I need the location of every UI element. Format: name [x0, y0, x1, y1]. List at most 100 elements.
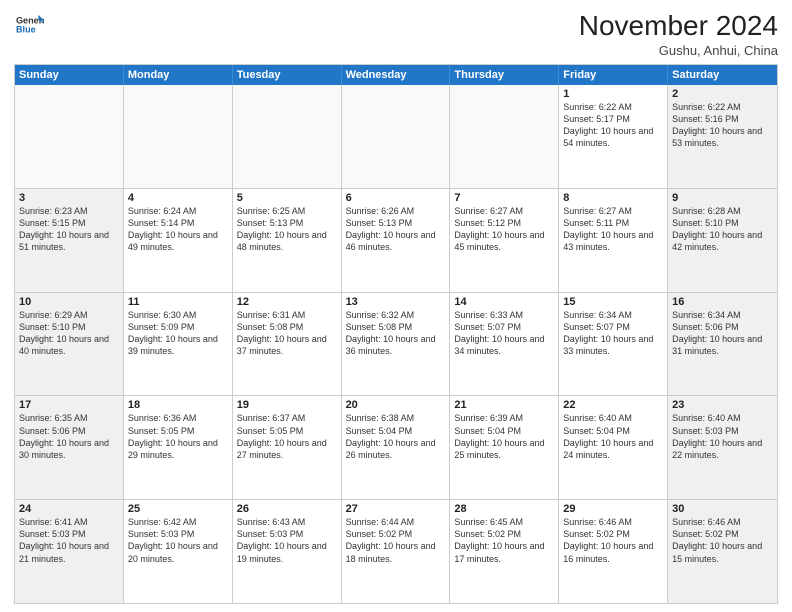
cell-info: Sunrise: 6:29 AMSunset: 5:10 PMDaylight:…	[19, 309, 119, 358]
cell-info: Sunrise: 6:30 AMSunset: 5:09 PMDaylight:…	[128, 309, 228, 358]
location: Gushu, Anhui, China	[579, 43, 778, 58]
title-area: November 2024 Gushu, Anhui, China	[579, 10, 778, 58]
cell-info: Sunrise: 6:37 AMSunset: 5:05 PMDaylight:…	[237, 412, 337, 461]
calendar-cell	[342, 85, 451, 188]
day-number: 1	[563, 88, 663, 100]
day-number: 21	[454, 399, 554, 411]
day-number: 20	[346, 399, 446, 411]
cell-info: Sunrise: 6:43 AMSunset: 5:03 PMDaylight:…	[237, 516, 337, 565]
calendar-header: SundayMondayTuesdayWednesdayThursdayFrid…	[15, 65, 777, 85]
cell-info: Sunrise: 6:41 AMSunset: 5:03 PMDaylight:…	[19, 516, 119, 565]
calendar-cell	[124, 85, 233, 188]
cell-info: Sunrise: 6:32 AMSunset: 5:08 PMDaylight:…	[346, 309, 446, 358]
calendar-cell: 30Sunrise: 6:46 AMSunset: 5:02 PMDayligh…	[668, 500, 777, 603]
day-number: 8	[563, 192, 663, 204]
calendar-cell: 21Sunrise: 6:39 AMSunset: 5:04 PMDayligh…	[450, 396, 559, 499]
calendar: SundayMondayTuesdayWednesdayThursdayFrid…	[14, 64, 778, 604]
calendar-cell: 25Sunrise: 6:42 AMSunset: 5:03 PMDayligh…	[124, 500, 233, 603]
logo-icon: General Blue	[16, 10, 44, 38]
cell-info: Sunrise: 6:35 AMSunset: 5:06 PMDaylight:…	[19, 412, 119, 461]
calendar-cell: 16Sunrise: 6:34 AMSunset: 5:06 PMDayligh…	[668, 293, 777, 396]
day-number: 4	[128, 192, 228, 204]
calendar-row-0: 1Sunrise: 6:22 AMSunset: 5:17 PMDaylight…	[15, 85, 777, 188]
cell-info: Sunrise: 6:46 AMSunset: 5:02 PMDaylight:…	[672, 516, 773, 565]
day-number: 28	[454, 503, 554, 515]
calendar-cell: 22Sunrise: 6:40 AMSunset: 5:04 PMDayligh…	[559, 396, 668, 499]
cell-info: Sunrise: 6:22 AMSunset: 5:17 PMDaylight:…	[563, 101, 663, 150]
day-number: 18	[128, 399, 228, 411]
calendar-cell: 14Sunrise: 6:33 AMSunset: 5:07 PMDayligh…	[450, 293, 559, 396]
calendar-cell: 17Sunrise: 6:35 AMSunset: 5:06 PMDayligh…	[15, 396, 124, 499]
cell-info: Sunrise: 6:25 AMSunset: 5:13 PMDaylight:…	[237, 205, 337, 254]
calendar-cell: 13Sunrise: 6:32 AMSunset: 5:08 PMDayligh…	[342, 293, 451, 396]
logo: General Blue	[14, 10, 44, 43]
cell-info: Sunrise: 6:22 AMSunset: 5:16 PMDaylight:…	[672, 101, 773, 150]
calendar-cell: 26Sunrise: 6:43 AMSunset: 5:03 PMDayligh…	[233, 500, 342, 603]
calendar-cell: 3Sunrise: 6:23 AMSunset: 5:15 PMDaylight…	[15, 189, 124, 292]
calendar-cell: 8Sunrise: 6:27 AMSunset: 5:11 PMDaylight…	[559, 189, 668, 292]
cell-info: Sunrise: 6:36 AMSunset: 5:05 PMDaylight:…	[128, 412, 228, 461]
calendar-cell	[450, 85, 559, 188]
calendar-cell	[233, 85, 342, 188]
calendar-cell: 20Sunrise: 6:38 AMSunset: 5:04 PMDayligh…	[342, 396, 451, 499]
calendar-cell: 18Sunrise: 6:36 AMSunset: 5:05 PMDayligh…	[124, 396, 233, 499]
calendar-row-2: 10Sunrise: 6:29 AMSunset: 5:10 PMDayligh…	[15, 292, 777, 396]
cell-info: Sunrise: 6:46 AMSunset: 5:02 PMDaylight:…	[563, 516, 663, 565]
calendar-cell: 4Sunrise: 6:24 AMSunset: 5:14 PMDaylight…	[124, 189, 233, 292]
day-number: 13	[346, 296, 446, 308]
cell-info: Sunrise: 6:26 AMSunset: 5:13 PMDaylight:…	[346, 205, 446, 254]
svg-text:Blue: Blue	[16, 24, 36, 34]
day-number: 16	[672, 296, 773, 308]
cell-info: Sunrise: 6:44 AMSunset: 5:02 PMDaylight:…	[346, 516, 446, 565]
calendar-cell: 19Sunrise: 6:37 AMSunset: 5:05 PMDayligh…	[233, 396, 342, 499]
calendar-row-1: 3Sunrise: 6:23 AMSunset: 5:15 PMDaylight…	[15, 188, 777, 292]
cell-info: Sunrise: 6:42 AMSunset: 5:03 PMDaylight:…	[128, 516, 228, 565]
calendar-body: 1Sunrise: 6:22 AMSunset: 5:17 PMDaylight…	[15, 85, 777, 603]
day-number: 19	[237, 399, 337, 411]
calendar-cell: 1Sunrise: 6:22 AMSunset: 5:17 PMDaylight…	[559, 85, 668, 188]
cell-info: Sunrise: 6:39 AMSunset: 5:04 PMDaylight:…	[454, 412, 554, 461]
cell-info: Sunrise: 6:33 AMSunset: 5:07 PMDaylight:…	[454, 309, 554, 358]
header-day-sunday: Sunday	[15, 65, 124, 85]
cell-info: Sunrise: 6:40 AMSunset: 5:03 PMDaylight:…	[672, 412, 773, 461]
day-number: 23	[672, 399, 773, 411]
day-number: 12	[237, 296, 337, 308]
calendar-cell: 6Sunrise: 6:26 AMSunset: 5:13 PMDaylight…	[342, 189, 451, 292]
calendar-cell: 2Sunrise: 6:22 AMSunset: 5:16 PMDaylight…	[668, 85, 777, 188]
calendar-cell: 10Sunrise: 6:29 AMSunset: 5:10 PMDayligh…	[15, 293, 124, 396]
calendar-cell: 29Sunrise: 6:46 AMSunset: 5:02 PMDayligh…	[559, 500, 668, 603]
header-day-friday: Friday	[559, 65, 668, 85]
day-number: 9	[672, 192, 773, 204]
cell-info: Sunrise: 6:45 AMSunset: 5:02 PMDaylight:…	[454, 516, 554, 565]
header: General Blue November 2024 Gushu, Anhui,…	[14, 10, 778, 58]
header-day-saturday: Saturday	[668, 65, 777, 85]
header-day-monday: Monday	[124, 65, 233, 85]
calendar-cell: 5Sunrise: 6:25 AMSunset: 5:13 PMDaylight…	[233, 189, 342, 292]
cell-info: Sunrise: 6:28 AMSunset: 5:10 PMDaylight:…	[672, 205, 773, 254]
cell-info: Sunrise: 6:27 AMSunset: 5:11 PMDaylight:…	[563, 205, 663, 254]
cell-info: Sunrise: 6:23 AMSunset: 5:15 PMDaylight:…	[19, 205, 119, 254]
page: General Blue November 2024 Gushu, Anhui,…	[0, 0, 792, 612]
day-number: 29	[563, 503, 663, 515]
calendar-cell: 11Sunrise: 6:30 AMSunset: 5:09 PMDayligh…	[124, 293, 233, 396]
calendar-cell: 12Sunrise: 6:31 AMSunset: 5:08 PMDayligh…	[233, 293, 342, 396]
header-day-tuesday: Tuesday	[233, 65, 342, 85]
cell-info: Sunrise: 6:31 AMSunset: 5:08 PMDaylight:…	[237, 309, 337, 358]
day-number: 11	[128, 296, 228, 308]
header-day-thursday: Thursday	[450, 65, 559, 85]
day-number: 15	[563, 296, 663, 308]
cell-info: Sunrise: 6:27 AMSunset: 5:12 PMDaylight:…	[454, 205, 554, 254]
day-number: 17	[19, 399, 119, 411]
cell-info: Sunrise: 6:40 AMSunset: 5:04 PMDaylight:…	[563, 412, 663, 461]
day-number: 2	[672, 88, 773, 100]
calendar-cell	[15, 85, 124, 188]
day-number: 25	[128, 503, 228, 515]
day-number: 3	[19, 192, 119, 204]
cell-info: Sunrise: 6:38 AMSunset: 5:04 PMDaylight:…	[346, 412, 446, 461]
cell-info: Sunrise: 6:34 AMSunset: 5:06 PMDaylight:…	[672, 309, 773, 358]
calendar-cell: 9Sunrise: 6:28 AMSunset: 5:10 PMDaylight…	[668, 189, 777, 292]
day-number: 14	[454, 296, 554, 308]
day-number: 22	[563, 399, 663, 411]
day-number: 27	[346, 503, 446, 515]
day-number: 7	[454, 192, 554, 204]
